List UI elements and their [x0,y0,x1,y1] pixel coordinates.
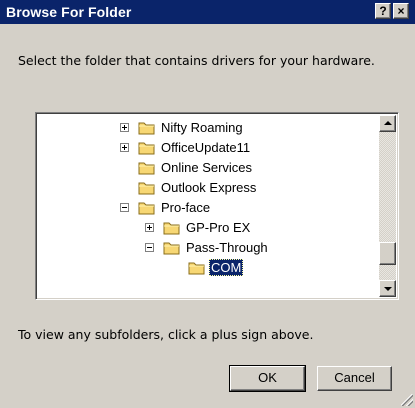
scroll-up-button[interactable] [379,115,396,132]
title-bar[interactable]: Browse For Folder ? × [0,0,415,24]
folder-icon [138,140,156,155]
tree-item[interactable]: Pass-Through [38,238,379,258]
close-button[interactable]: × [393,3,409,19]
collapse-minus-icon[interactable] [145,243,154,252]
expand-plus-icon[interactable] [120,143,129,152]
folder-tree-viewport[interactable]: COM Pass-Through GP-Pro EX Pro-face Outlook … [38,115,396,297]
window-title: Browse For Folder [6,4,132,20]
vertical-scrollbar[interactable] [379,115,396,297]
tree-item[interactable]: Online Services [38,158,379,178]
folder-icon [163,220,181,235]
tree-item-label[interactable]: Online Services [159,159,254,176]
help-button[interactable]: ? [375,3,391,19]
tree-item[interactable]: OfficeUpdate11 [38,138,379,158]
hint-text: To view any subfolders, click a plus sig… [18,327,314,342]
folder-icon [138,200,156,215]
scroll-down-button[interactable] [379,280,396,297]
tree-item[interactable]: GP-Pro EX [38,218,379,238]
tree-item[interactable]: Pro-face [38,198,379,218]
tree-item-label[interactable]: COM [209,259,244,276]
tree-item-label[interactable]: Pass-Through [184,239,270,256]
folder-icon [138,180,156,195]
scroll-thumb[interactable] [379,242,396,265]
folder-icon [188,260,206,275]
folder-icon [138,160,156,175]
expand-plus-icon[interactable] [145,223,154,232]
tree-item-label[interactable]: Nifty Roaming [159,119,245,136]
tree-item[interactable]: Outlook Express [38,178,379,198]
tree-item-label[interactable]: Outlook Express [159,179,258,196]
collapse-minus-icon[interactable] [120,203,129,212]
resize-grip[interactable] [401,394,413,406]
tree-item-label[interactable]: OfficeUpdate11 [159,139,252,156]
folder-icon [163,240,181,255]
instruction-text: Select the folder that contains drivers … [18,53,375,68]
cancel-button[interactable]: Cancel [317,366,392,391]
tree-item-label[interactable]: GP-Pro EX [184,219,252,236]
tree-item[interactable]: Nifty Roaming [38,118,379,138]
ok-button[interactable]: OK [229,365,306,392]
folder-icon [138,120,156,135]
folder-tree[interactable]: COM Pass-Through GP-Pro EX Pro-face Outlook … [35,112,399,300]
tree-item[interactable]: COM [38,258,379,278]
tree-item-label[interactable]: Pro-face [159,199,212,216]
expand-plus-icon[interactable] [120,123,129,132]
